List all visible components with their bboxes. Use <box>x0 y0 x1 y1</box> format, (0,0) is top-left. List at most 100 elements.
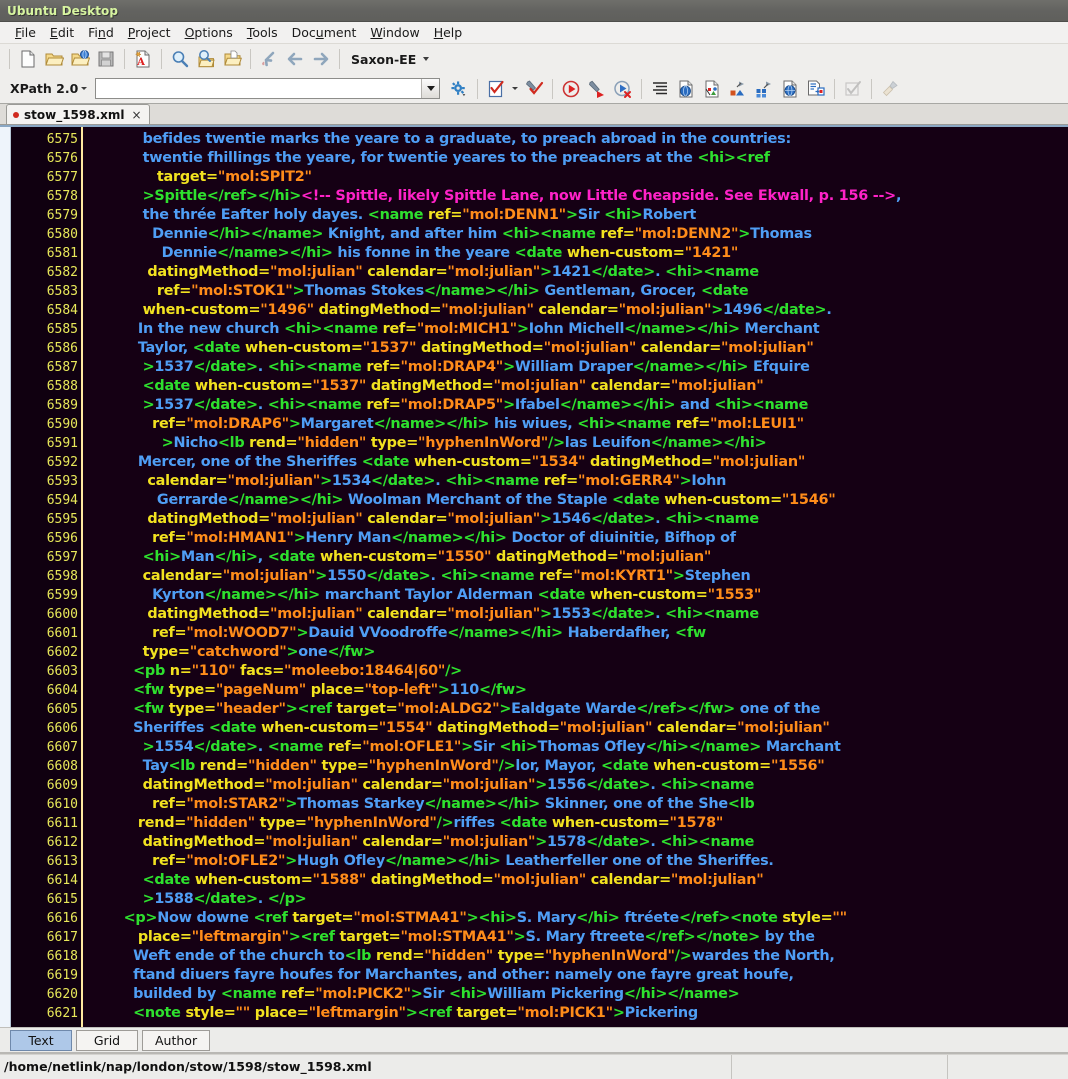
open-url-icon[interactable] <box>67 46 93 72</box>
open-folder-icon[interactable] <box>41 46 67 72</box>
code-line[interactable]: datingMethod="mol:julian" calendar="mol:… <box>83 510 1068 529</box>
code-line[interactable]: place="leftmargin"><ref target="mol:STMA… <box>83 928 1068 947</box>
view-tab-text[interactable]: Text <box>10 1029 72 1051</box>
code-line[interactable]: <p>Now downe <ref target="mol:STMA41"><h… <box>83 909 1068 928</box>
code-line[interactable]: >Nicho<lb rend="hidden" type="hyphenInWo… <box>83 434 1068 453</box>
code-line[interactable]: <date when-custom="1537" datingMethod="m… <box>83 377 1068 396</box>
code-line[interactable]: datingMethod="mol:julian" calendar="mol:… <box>83 833 1068 852</box>
chevron-down-icon[interactable] <box>81 87 88 90</box>
code-line[interactable]: >1537</date>. <hi><name ref="mol:DRAP4">… <box>83 358 1068 377</box>
xpath-combobox[interactable] <box>95 78 441 99</box>
code-content[interactable]: befides twentie marks the yeare to a gra… <box>83 127 1068 1027</box>
code-line[interactable]: ref="mol:WOOD7">Dauid VVoodroffe</name><… <box>83 624 1068 643</box>
format-indent-icon[interactable] <box>647 76 673 102</box>
code-line[interactable]: the thrée Eafter holy dayes. <name ref="… <box>83 206 1068 225</box>
xslt-output-icon[interactable] <box>725 76 751 102</box>
menu-find[interactable]: Find <box>81 24 121 41</box>
view-tab-grid[interactable]: Grid <box>76 1029 138 1051</box>
xpath-settings-gear-icon[interactable] <box>446 76 472 102</box>
debug-transform-icon[interactable] <box>610 76 636 102</box>
chevron-down-icon[interactable] <box>423 57 430 61</box>
new-from-template-icon[interactable]: A <box>130 46 156 72</box>
transformer-scenario-label[interactable]: Saxon-EE <box>345 52 418 67</box>
code-line[interactable]: >1588</date>. </p> <box>83 890 1068 909</box>
brush-icon[interactable] <box>877 76 903 102</box>
menu-tools[interactable]: Tools <box>240 24 285 41</box>
code-line[interactable]: rend="hidden" type="hyphenInWord"/>riffe… <box>83 814 1068 833</box>
xpath-input[interactable] <box>96 79 422 98</box>
menu-file[interactable]: File <box>8 24 43 41</box>
code-line[interactable]: <hi>Man</hi>, <date when-custom="1550" d… <box>83 548 1068 567</box>
open-recent-icon[interactable] <box>219 46 245 72</box>
validate-options-dropdown-icon[interactable] <box>509 76 521 102</box>
back-arrow-icon[interactable] <box>282 46 308 72</box>
code-line[interactable]: when-custom="1496" datingMethod="mol:jul… <box>83 301 1068 320</box>
menu-edit[interactable]: Edit <box>43 24 81 41</box>
code-line[interactable]: In the new church <hi><name ref="mol:MIC… <box>83 320 1068 339</box>
find-icon[interactable] <box>167 46 193 72</box>
code-line[interactable]: befides twentie marks the yeare to a gra… <box>83 130 1068 149</box>
spellcheck-icon[interactable] <box>840 76 866 102</box>
code-line[interactable]: datingMethod="mol:julian" calendar="mol:… <box>83 263 1068 282</box>
code-line[interactable]: <fw type="header"><ref target="mol:ALDG2… <box>83 700 1068 719</box>
menu-window[interactable]: Window <box>363 24 426 41</box>
menu-options[interactable]: Options <box>178 24 240 41</box>
xpath-version-label[interactable]: XPath 2.0 <box>6 81 78 96</box>
validate-icon[interactable] <box>483 76 509 102</box>
save-icon[interactable] <box>93 46 119 72</box>
xml-globe-icon[interactable] <box>673 76 699 102</box>
line-number-gutter[interactable]: 6575 6576 6577 6578 6579 6580 6581 6582 6583 6584… <box>11 127 95 1027</box>
code-line[interactable]: target="mol:SPIT2" <box>83 168 1068 187</box>
find-in-files-icon[interactable] <box>193 46 219 72</box>
code-line[interactable]: <fw type="pageNum" place="top-left">110<… <box>83 681 1068 700</box>
token-tag: > <box>679 473 692 489</box>
code-line[interactable]: twentie fhillings the yeare, for twentie… <box>83 149 1068 168</box>
code-line[interactable]: calendar="mol:julian">1550</date>. <hi><… <box>83 567 1068 586</box>
code-line[interactable]: Kyrton</name></hi> marchant Taylor Alder… <box>83 586 1068 605</box>
menu-document[interactable]: Document <box>285 24 364 41</box>
code-line[interactable]: ref="mol:STAR2">Thomas Starkey</name></h… <box>83 795 1068 814</box>
code-line[interactable]: Dennie</hi></name> Knight, and after him… <box>83 225 1068 244</box>
toolbar-separator <box>641 78 643 99</box>
new-file-icon[interactable] <box>15 46 41 72</box>
code-line[interactable]: >1554</date>. <name ref="mol:OFLE1">Sir … <box>83 738 1068 757</box>
code-line[interactable]: datingMethod="mol:julian" calendar="mol:… <box>83 776 1068 795</box>
code-line[interactable]: >Spittle</ref></hi><!-- Spittle, likely … <box>83 187 1068 206</box>
code-line[interactable]: Taylor, <date when-custom="1537" datingM… <box>83 339 1068 358</box>
code-line[interactable]: Sheriffes <date when-custom="1554" datin… <box>83 719 1068 738</box>
code-line[interactable]: <note style="" place="leftmargin"><ref t… <box>83 1004 1068 1023</box>
code-line[interactable]: Mercer, one of the Sheriffes <date when-… <box>83 453 1068 472</box>
menu-project[interactable]: Project <box>121 24 178 41</box>
doc-transform-icon[interactable] <box>803 76 829 102</box>
token-tag: </name></hi> <box>650 435 767 451</box>
menu-help[interactable]: Help <box>427 24 470 41</box>
code-line[interactable]: datingMethod="mol:julian" calendar="mol:… <box>83 605 1068 624</box>
code-line[interactable]: <pb n="110" facs="moleebo:18464|60"/> <box>83 662 1068 681</box>
code-line[interactable]: ftand diuers fayre houfes for Marchantes… <box>83 966 1068 985</box>
code-line[interactable]: Weft ende of the church to<lb rend="hidd… <box>83 947 1068 966</box>
xquery-builder-icon[interactable] <box>751 76 777 102</box>
code-line[interactable]: builded by <name ref="mol:PICK2">Sir <hi… <box>83 985 1068 1004</box>
code-line[interactable]: Tay<lb rend="hidden" type="hyphenInWord"… <box>83 757 1068 776</box>
svg-output-icon[interactable] <box>699 76 725 102</box>
code-line[interactable]: <date when-custom="1588" datingMethod="m… <box>83 871 1068 890</box>
code-line[interactable]: Gerrarde</name></hi> Woolman Merchant of… <box>83 491 1068 510</box>
code-line[interactable]: ref="mol:HMAN1">Henry Man</name></hi> Do… <box>83 529 1068 548</box>
editor-tab-stow-1598-xml[interactable]: stow_1598.xml × <box>6 104 150 124</box>
code-line[interactable]: Dennie</name></hi> his fonne in the year… <box>83 244 1068 263</box>
close-icon[interactable]: × <box>132 109 142 121</box>
goto-icon[interactable] <box>256 46 282 72</box>
code-line[interactable]: ref="mol:OFLE2">Hugh Ofley</name></hi> L… <box>83 852 1068 871</box>
view-tab-author[interactable]: Author <box>142 1029 211 1051</box>
code-line[interactable]: type="catchword">one</fw> <box>83 643 1068 662</box>
code-line[interactable]: ref="mol:STOK1">Thomas Stokes</name></hi… <box>83 282 1068 301</box>
xpath-dropdown-arrow[interactable] <box>421 79 440 98</box>
webhelp-icon[interactable] <box>777 76 803 102</box>
forward-arrow-icon[interactable] <box>308 46 334 72</box>
code-line[interactable]: >1537</date>. <hi><name ref="mol:DRAP5">… <box>83 396 1068 415</box>
transform-icon[interactable] <box>558 76 584 102</box>
code-line[interactable]: ref="mol:DRAP6">Margaret</name></hi> his… <box>83 415 1068 434</box>
configure-transform-icon[interactable] <box>584 76 610 102</box>
code-line[interactable]: calendar="mol:julian">1534</date>. <hi><… <box>83 472 1068 491</box>
configure-validation-icon[interactable] <box>521 76 547 102</box>
